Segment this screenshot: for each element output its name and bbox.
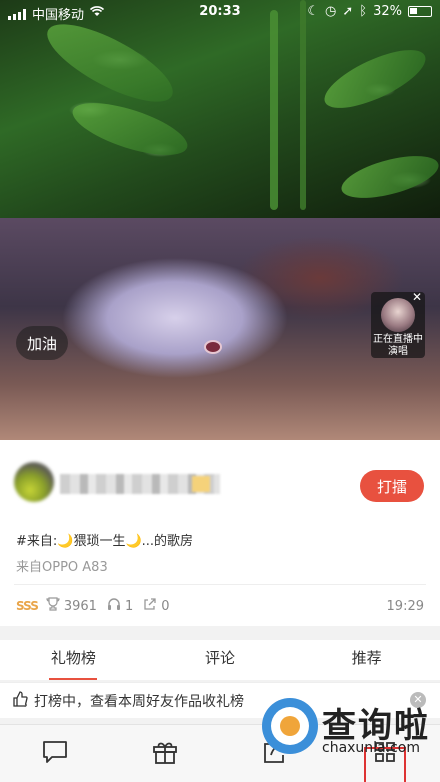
bluetooth-icon: ᛒ bbox=[359, 4, 368, 19]
fish-eye bbox=[204, 340, 222, 354]
listen-count: 1 bbox=[124, 598, 134, 614]
battery-icon bbox=[408, 6, 432, 17]
cover-image-top bbox=[0, 0, 440, 218]
tab-recommend[interactable]: 推荐 bbox=[293, 640, 440, 680]
battery-percent: 32% bbox=[373, 4, 402, 19]
watermark-url: chaxunla.com bbox=[322, 740, 420, 756]
comment-button[interactable] bbox=[0, 725, 110, 782]
status-bar: 中国移动 20:33 ☾ ◷ ➚ ᛒ 32% bbox=[0, 0, 440, 24]
live-song: 演唱 bbox=[388, 346, 408, 357]
post-info: 打擂 #来自:🌙猥琐一生🌙...的歌房 来自OPPO A83 SSS 3961 … bbox=[0, 440, 440, 626]
detail-tabs: 礼物榜 评论 推荐 bbox=[0, 640, 440, 680]
tab-comments[interactable]: 评论 bbox=[147, 640, 294, 680]
user-badge bbox=[192, 476, 210, 492]
post-time: 19:29 bbox=[386, 598, 424, 614]
comment-icon bbox=[42, 740, 68, 768]
watermark-logo bbox=[262, 698, 318, 754]
tab-gift-ranking[interactable]: 礼物榜 bbox=[0, 640, 147, 680]
live-status: 正在直播中 bbox=[373, 334, 423, 345]
gift-button[interactable] bbox=[110, 725, 220, 782]
moon-icon: ☾ bbox=[307, 4, 320, 19]
avatar[interactable] bbox=[14, 462, 54, 502]
gift-icon bbox=[152, 739, 178, 769]
user-row: 打擂 bbox=[0, 440, 440, 520]
device-text: 来自OPPO A83 bbox=[16, 560, 108, 575]
trophy-count: 3961 bbox=[63, 598, 97, 614]
level-badge: SSS bbox=[16, 599, 39, 613]
challenge-button[interactable]: 打擂 bbox=[360, 470, 424, 502]
share-stat: 0 bbox=[143, 597, 170, 615]
stats-row: SSS 3961 1 0 19:29 bbox=[16, 596, 424, 616]
watermark: 查询啦 chaxunla.com bbox=[262, 690, 440, 762]
cheer-button[interactable]: 加油 bbox=[16, 326, 68, 360]
divider bbox=[14, 584, 426, 585]
headphones-icon bbox=[107, 597, 121, 615]
trophy-icon bbox=[46, 597, 60, 615]
trophy-stat: 3961 bbox=[46, 597, 97, 615]
share-count: 0 bbox=[161, 598, 170, 614]
listen-stat: 1 bbox=[107, 597, 133, 615]
share-small-icon bbox=[143, 597, 157, 615]
source-text[interactable]: #来自:🌙猥琐一生🌙...的歌房 bbox=[16, 530, 193, 549]
thumbs-up-icon bbox=[12, 690, 28, 711]
location-icon: ➚ bbox=[342, 4, 354, 19]
close-icon[interactable]: ✕ bbox=[410, 290, 424, 304]
notice-text: 打榜中，查看本周好友作品收礼榜 bbox=[34, 693, 244, 710]
alarm-icon: ◷ bbox=[325, 4, 337, 19]
